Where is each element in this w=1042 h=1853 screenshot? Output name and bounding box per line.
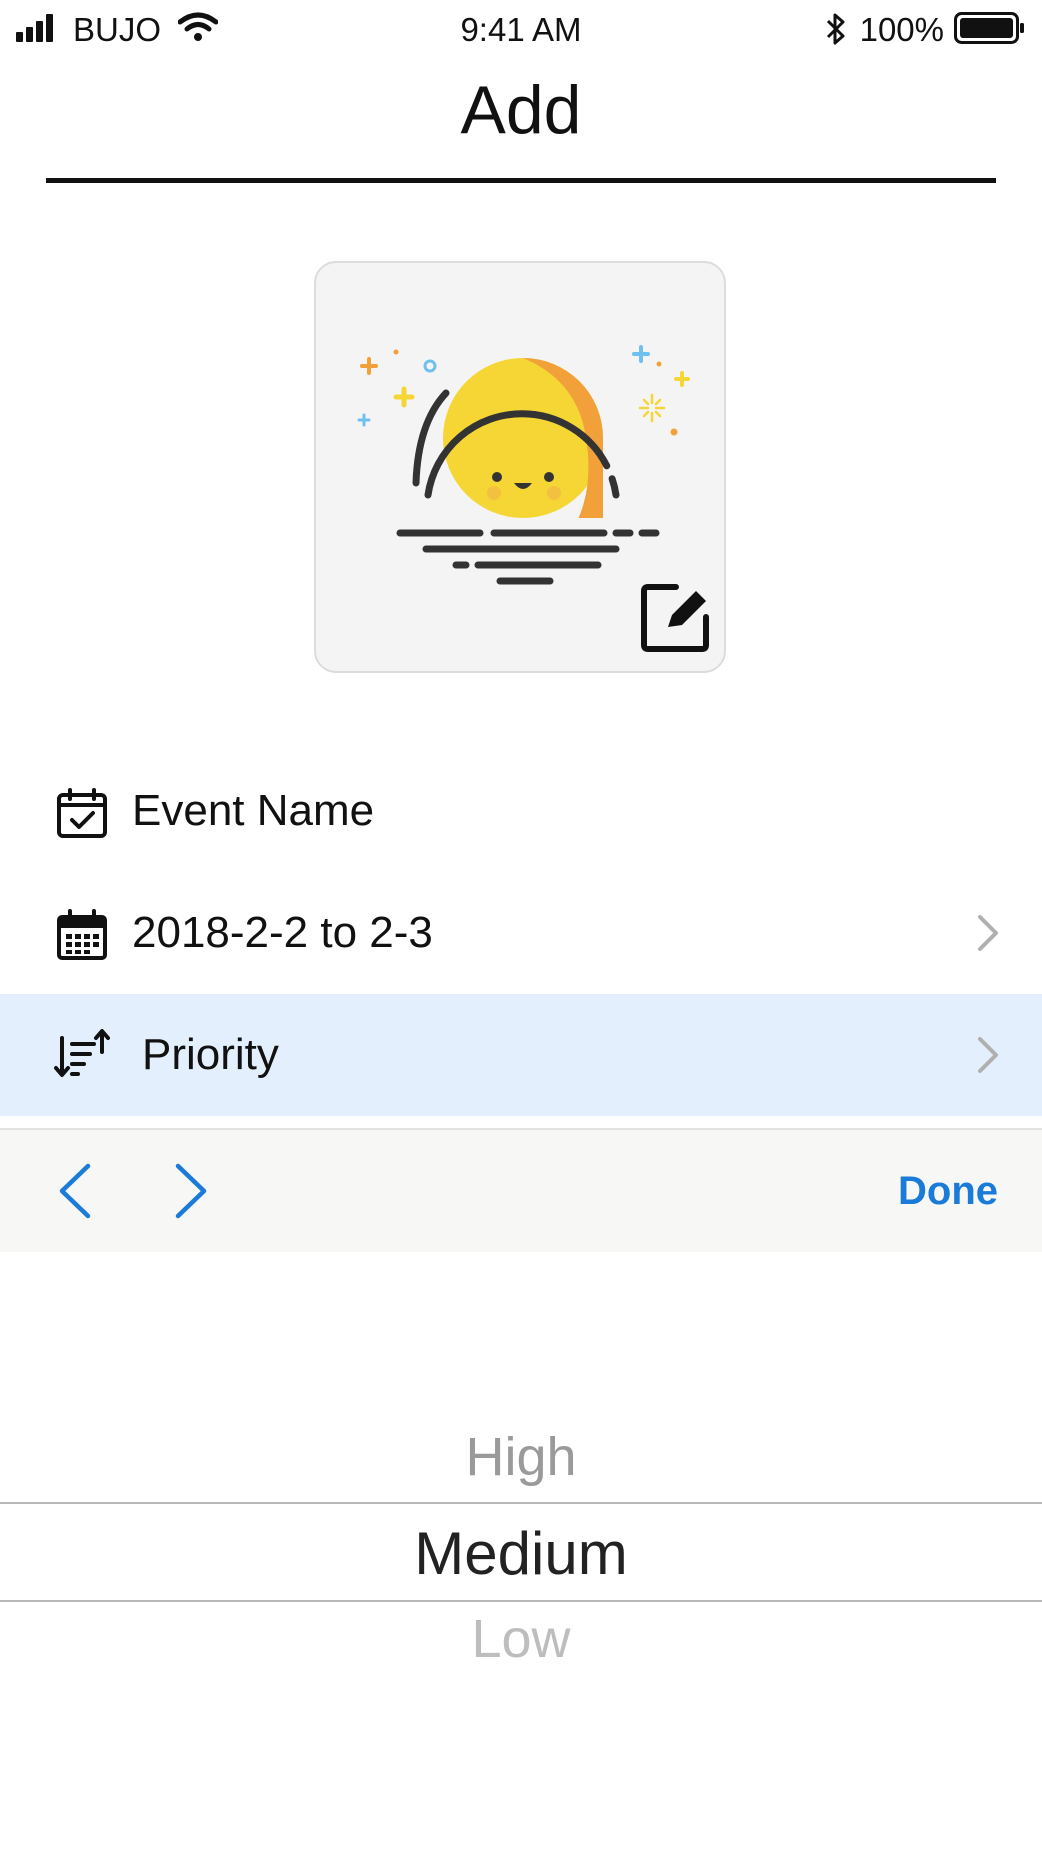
- picker-option-low[interactable]: Low: [0, 1604, 1042, 1674]
- picker-selection-bottom-line: [0, 1600, 1042, 1602]
- calendar-grid-icon: [57, 909, 107, 960]
- event-name-label: Event Name: [132, 786, 375, 835]
- chevron-right-icon: [978, 915, 998, 951]
- picker-option-high[interactable]: High: [0, 1422, 1042, 1492]
- bluetooth-icon: [826, 13, 845, 45]
- calendar-check-icon: [57, 788, 107, 838]
- picker-selection-top-line: [0, 1502, 1042, 1504]
- chevron-left-icon[interactable]: [54, 1162, 94, 1220]
- chevron-right-icon[interactable]: [172, 1162, 212, 1220]
- date-range-label: 2018-2-2 to 2-3: [132, 908, 433, 957]
- event-name-row[interactable]: Event Name: [0, 750, 1042, 872]
- done-button[interactable]: Done: [898, 1166, 998, 1216]
- title-divider: [46, 178, 996, 183]
- priority-row[interactable]: Priority: [0, 994, 1042, 1116]
- edit-icon[interactable]: [638, 579, 714, 655]
- sort-icon: [54, 1029, 110, 1077]
- battery-icon: [954, 12, 1024, 44]
- page-title: Add: [460, 72, 582, 148]
- event-image-card[interactable]: [314, 261, 726, 673]
- priority-label: Priority: [142, 1030, 279, 1079]
- status-bar: BUJO 9:41 AM 100%: [0, 0, 1042, 60]
- battery-percent: 100%: [859, 11, 944, 48]
- date-range-row[interactable]: 2018-2-2 to 2-3: [0, 872, 1042, 994]
- priority-picker[interactable]: High Medium Low: [0, 1252, 1042, 1853]
- picker-toolbar: Done: [0, 1128, 1042, 1254]
- picker-option-medium[interactable]: Medium: [0, 1516, 1042, 1592]
- chevron-right-icon: [978, 1037, 998, 1073]
